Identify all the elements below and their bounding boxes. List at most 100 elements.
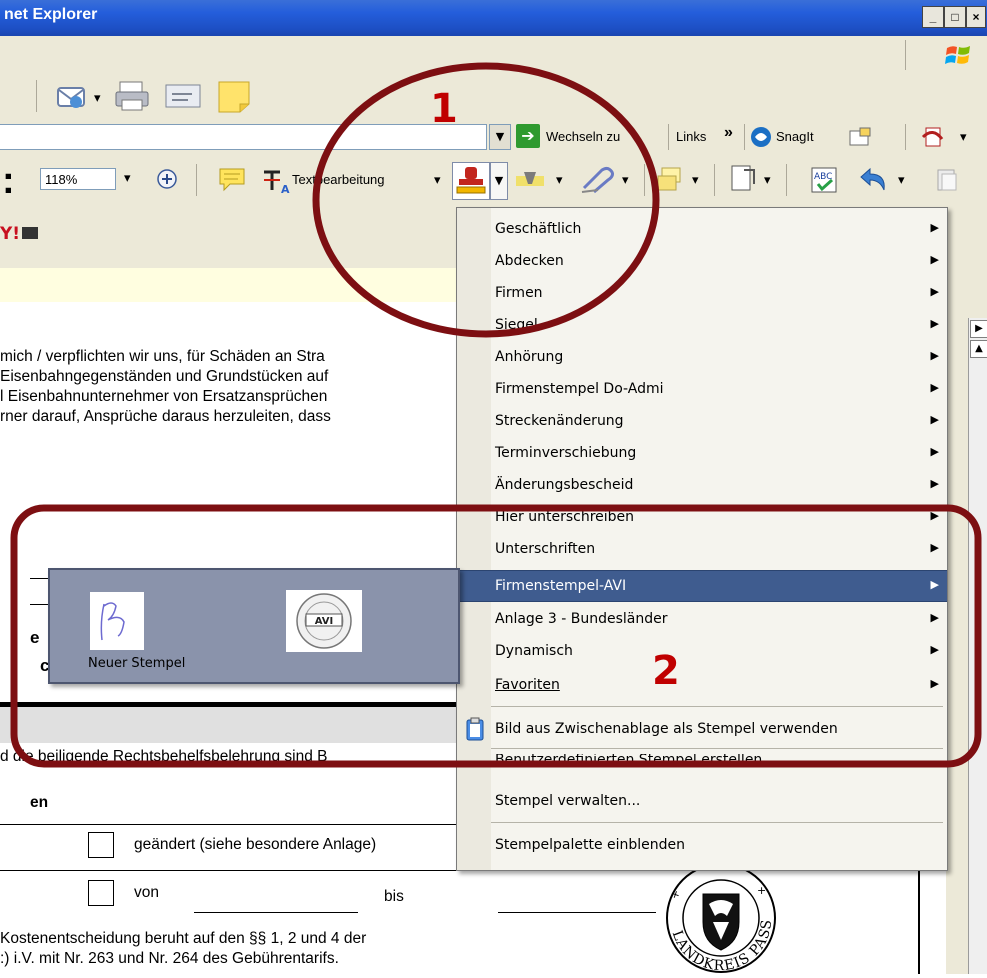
pages-icon[interactable] (728, 164, 760, 194)
maximize-button[interactable]: □ (944, 6, 966, 28)
avi-company-stamp[interactable]: AVI (286, 590, 362, 652)
window-title: net Explorer (4, 6, 98, 23)
zoom-input[interactable]: 118% (40, 168, 116, 190)
highlight-icon[interactable] (514, 166, 548, 194)
address-toolbar: ▼ ➔ Wechseln zu Links » SnagIt ▾ (0, 120, 987, 155)
text-edit-icon[interactable]: A (260, 166, 290, 196)
menu-item-abdecken[interactable]: Abdecken ▶ (457, 246, 947, 276)
submenu-arrow-icon: ▶ (930, 381, 939, 394)
mail-dropdown-icon[interactable]: ▾ (94, 90, 101, 106)
checkbox-label: von (134, 884, 159, 901)
menu-item-siegel[interactable]: Siegel ▶ (457, 310, 947, 340)
pdf-toolbar: : 118% ▾ A Textbearbeitung ▾ ▼ ▾ ▾ ▾ ▾ A… (0, 154, 987, 209)
submenu-arrow-icon: ▶ (930, 611, 939, 624)
menu-item-manage-stamps[interactable]: Stempel verwalten... (457, 786, 947, 816)
submenu-arrow-icon: ▶ (930, 445, 939, 458)
menu-item-unterschriften[interactable]: Unterschriften ▶ (457, 534, 947, 564)
review-icon[interactable] (656, 166, 684, 194)
standard-toolbar: ▾ (0, 74, 987, 121)
menu-item-stamp-palette[interactable]: Stempelpalette einblenden (457, 830, 947, 860)
menu-item-streckenaenderung[interactable]: Streckenänderung ▶ (457, 406, 947, 436)
kosten-text: :) i.V. mit Nr. 263 und Nr. 264 des Gebü… (0, 950, 339, 967)
note-icon[interactable] (216, 80, 252, 114)
stamp-menu: Geschäftlich ▶ Abdecken ▶ Firmen ▶ Siegel ▶ … (456, 207, 948, 871)
menu-item-geschaeftlich[interactable]: Geschäftlich ▶ (457, 214, 947, 244)
menu-item-favoriten[interactable]: Favoriten ▶ (457, 670, 947, 700)
signature-stamp-icon[interactable] (90, 592, 144, 650)
bis-label: bis (384, 888, 404, 905)
submenu-arrow-icon: ▶ (930, 509, 939, 522)
links-label[interactable]: Links (676, 129, 706, 144)
avi-logo-text: AVI (315, 616, 334, 627)
address-input[interactable] (0, 124, 487, 150)
new-stamp-label[interactable]: Neuer Stempel (88, 656, 185, 671)
doc-line: rner darauf, Ansprüche daraus herzuleite… (0, 408, 331, 425)
menu-item-custom-stamp[interactable]: Benutzerdefinierten Stempel erstellen... (457, 754, 947, 776)
go-button[interactable]: Wechseln zu (546, 129, 620, 144)
attach-icon[interactable] (578, 164, 618, 194)
menu-item-firmenstempel-avi[interactable]: Firmenstempel-AVI ▶ (457, 570, 947, 602)
highlight-dropdown-icon[interactable]: ▾ (556, 172, 563, 188)
minimize-button[interactable]: _ (922, 6, 944, 28)
menu-bar (0, 36, 987, 75)
address-dropdown-icon[interactable]: ▼ (489, 124, 511, 150)
print-icon[interactable] (114, 80, 150, 112)
submenu-arrow-icon: ▶ (930, 677, 939, 690)
svg-text:A: A (281, 183, 290, 194)
go-arrow-icon[interactable]: ➔ (516, 124, 540, 148)
svg-text:+: + (757, 884, 766, 897)
close-button[interactable]: × (966, 6, 986, 28)
text-edit-button[interactable]: Textbearbeitung (292, 172, 385, 187)
snagit-capture-icon[interactable] (848, 126, 872, 148)
menu-item-anlage-3-bundeslaender[interactable]: Anlage 3 - Bundesländer ▶ (457, 604, 947, 634)
comment-icon[interactable] (218, 166, 246, 192)
scroll-right-icon[interactable]: ▶ (970, 320, 987, 338)
menu-item-terminverschiebung[interactable]: Terminverschiebung ▶ (457, 438, 947, 468)
paste-icon[interactable] (934, 166, 960, 194)
zoom-in-icon[interactable] (156, 168, 178, 190)
stamp-dropdown-icon[interactable]: ▼ (490, 162, 508, 200)
submenu-arrow-icon: ▶ (930, 578, 939, 591)
menu-item-firmenstempel-do-admi[interactable]: Firmenstempel Do-Admi ▶ (457, 374, 947, 404)
menu-item-clipboard-stamp[interactable]: Bild aus Zwischenablage als Stempel verw… (457, 714, 947, 744)
yahoo-icon[interactable]: Y! (0, 220, 44, 246)
undo-dropdown-icon[interactable]: ▾ (898, 172, 905, 188)
snagit-icon[interactable] (750, 126, 772, 148)
menu-item-dynamisch[interactable]: Dynamisch ▶ (457, 636, 947, 666)
pdf-convert-dropdown-icon[interactable]: ▾ (960, 129, 967, 145)
zoom-dropdown-icon[interactable]: ▾ (124, 170, 131, 186)
landkreis-seal-icon: + + LANDKREIS PASSAU (650, 848, 785, 974)
submenu-arrow-icon: ▶ (930, 349, 939, 362)
checkbox-geaendert[interactable] (88, 832, 114, 858)
review-dropdown-icon[interactable]: ▾ (692, 172, 699, 188)
links-chevron-icon[interactable]: » (724, 124, 733, 142)
pages-dropdown-icon[interactable]: ▾ (764, 172, 771, 188)
submenu-arrow-icon: ▶ (930, 541, 939, 554)
submenu-arrow-icon: ▶ (930, 477, 939, 490)
menu-item-firmen[interactable]: Firmen ▶ (457, 278, 947, 308)
mail-icon[interactable] (56, 82, 90, 112)
submenu-arrow-icon: ▶ (930, 413, 939, 426)
checkbox-von[interactable] (88, 880, 114, 906)
title-bar: net Explorer _ □ × (0, 0, 987, 36)
text-edit-dropdown-icon[interactable]: ▾ (434, 172, 441, 188)
menu-item-anhoerung[interactable]: Anhörung ▶ (457, 342, 947, 372)
scroll-up-icon[interactable]: ▲ (970, 340, 987, 358)
snagit-button[interactable]: SnagIt (776, 129, 814, 144)
kosten-text: Kostenentscheidung beruht auf den §§ 1, … (0, 930, 367, 947)
edit-icon[interactable] (164, 82, 204, 110)
pdf-convert-icon[interactable] (920, 125, 946, 149)
submenu-arrow-icon: ▶ (930, 643, 939, 656)
vertical-scrollbar[interactable]: ▶ ▲ (968, 318, 987, 974)
menu-item-aenderungsbescheid[interactable]: Änderungsbescheid ▶ (457, 470, 947, 500)
stamp-button[interactable] (452, 162, 490, 200)
menu-item-hier-unterschreiben[interactable]: Hier unterschreiben ▶ (457, 502, 947, 532)
spellcheck-icon[interactable]: ABC (810, 166, 838, 194)
doc-line: mich / verpflichten wir uns, für Schäden… (0, 348, 325, 365)
attach-dropdown-icon[interactable]: ▾ (622, 172, 629, 188)
undo-icon[interactable] (858, 166, 890, 194)
section-label: en (30, 794, 49, 811)
doc-line: l Eisenbahnunternehmer von Ersatzansprüc… (0, 388, 328, 405)
grey-band (0, 707, 456, 743)
submenu-arrow-icon: ▶ (930, 253, 939, 266)
